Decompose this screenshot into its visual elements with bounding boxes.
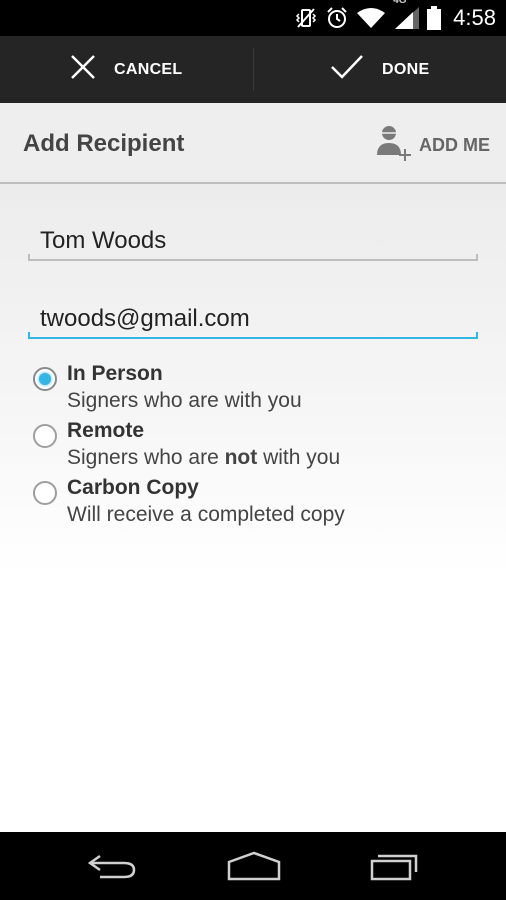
cancel-button[interactable]: CANCEL [0,36,253,103]
signal-icon: 4G [393,0,420,29]
check-icon [330,54,364,85]
back-icon [86,854,138,886]
form-content: In Person Signers who are with you Remot… [0,184,506,832]
subtitle-part: Signers who are [67,446,225,469]
cancel-label: CANCEL [114,60,183,78]
back-button[interactable] [86,850,138,887]
navigation-bar [0,832,506,900]
add-person-icon [375,123,413,168]
add-me-button[interactable]: ADD ME [375,123,490,168]
page-header: Add Recipient ADD ME [0,103,506,184]
page-title: Add Recipient [23,130,185,157]
radio-button-checked[interactable] [33,367,57,391]
name-field [28,221,478,261]
radio-remote[interactable]: Remote Signers who are not with you [33,417,340,471]
name-underline [28,259,478,261]
vibrate-off-icon [295,6,317,30]
radio-title: Remote [67,419,145,442]
recent-apps-icon [368,854,420,886]
done-button[interactable]: DONE [254,36,506,103]
alarm-icon [325,6,349,30]
status-icons: 4G 4:58 [295,0,496,36]
radio-title: Carbon Copy [67,476,199,499]
home-icon [226,851,282,886]
radio-title: In Person [67,362,163,385]
radio-subtitle: Signers who are with you [67,389,302,412]
email-underline [28,337,478,339]
wifi-icon [357,7,386,29]
network-type-label: 4G [393,0,407,6]
radio-button[interactable] [33,481,57,505]
radio-button[interactable] [33,424,57,448]
close-icon [70,54,96,85]
done-label: DONE [382,60,430,78]
recent-apps-button[interactable] [368,850,420,887]
email-field [28,299,478,339]
radio-text: Carbon Copy Will receive a completed cop… [67,474,345,528]
status-bar: 4G 4:58 [0,0,506,36]
radio-subtitle: Will receive a completed copy [67,503,345,526]
name-input[interactable] [28,221,478,261]
action-bar: CANCEL DONE [0,36,506,103]
radio-text: Remote Signers who are not with you [67,417,340,471]
radio-text: In Person Signers who are with you [67,360,302,414]
radio-carbon-copy[interactable]: Carbon Copy Will receive a completed cop… [33,474,345,528]
battery-icon [427,6,442,30]
subtitle-emphasis: not [224,446,258,469]
status-clock: 4:58 [453,5,496,30]
subtitle-part: with you [257,446,341,469]
add-me-label: ADD ME [419,135,490,155]
radio-subtitle: Signers who are not with you [67,444,340,471]
radio-in-person[interactable]: In Person Signers who are with you [33,360,302,414]
email-input[interactable] [28,299,478,339]
home-button[interactable] [226,850,282,887]
